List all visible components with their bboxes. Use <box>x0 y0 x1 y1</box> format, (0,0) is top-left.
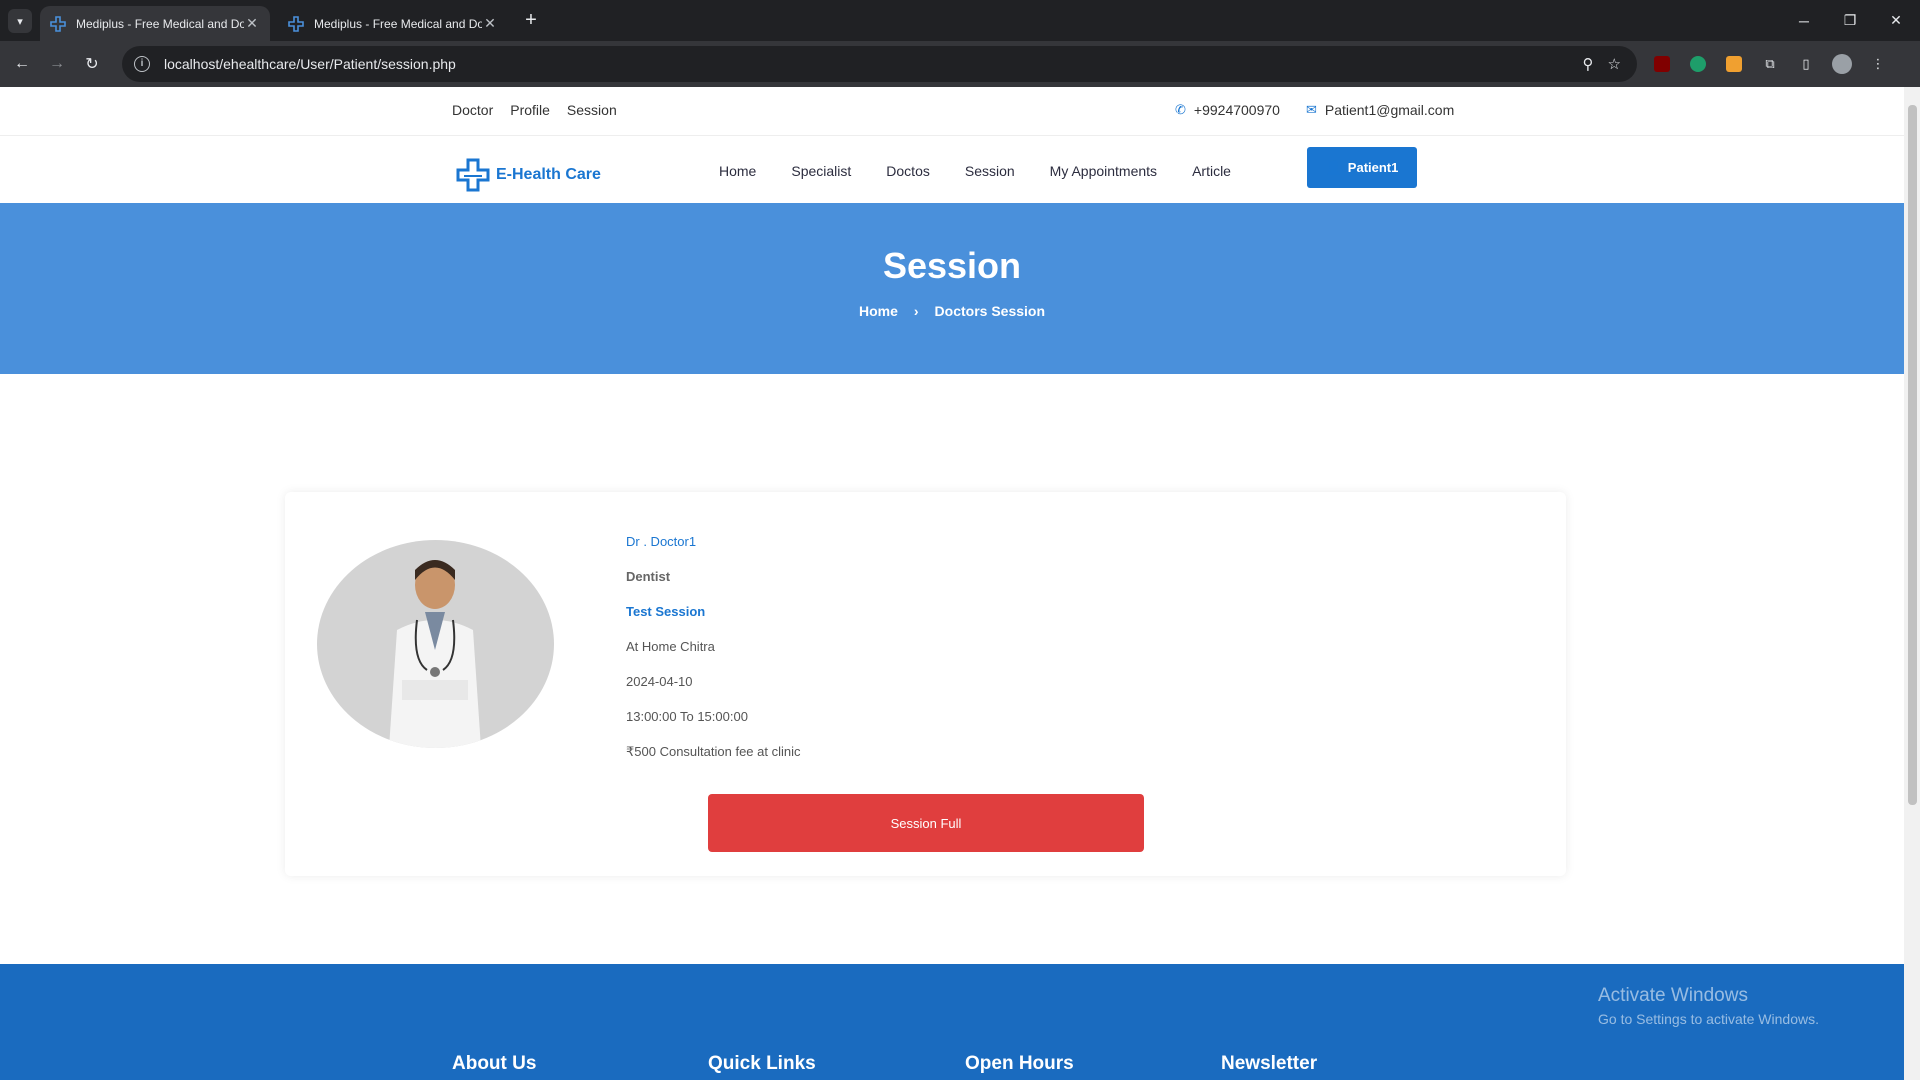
doctor-illustration <box>389 560 481 748</box>
kebab-menu-icon[interactable]: ⋮ <box>1866 52 1890 76</box>
tab-title: Mediplus - Free Medical and Do <box>314 16 482 31</box>
session-fee: ₹500 Consultation fee at clinic <box>626 744 801 759</box>
doctor-specialty: Dentist <box>626 569 671 584</box>
email-contact[interactable]: ✉ Patient1@gmail.com <box>1306 102 1454 118</box>
phone-number: +9924700970 <box>1193 102 1280 118</box>
footer-hours-heading: Open Hours <box>965 1053 1074 1074</box>
browser-tab-inactive[interactable]: Mediplus - Free Medical and Do ✕ <box>278 6 508 41</box>
session-full-button[interactable]: Session Full <box>708 794 1144 852</box>
cross-logo-icon <box>50 15 66 32</box>
zoom-icon[interactable]: ⚲ <box>1583 55 1594 73</box>
doctor-photo <box>317 540 554 748</box>
breadcrumb: Home › Doctors Session <box>0 303 1904 319</box>
envelope-icon: ✉ <box>1305 102 1317 117</box>
address-bar[interactable]: i localhost/ehealthcare/User/Patient/ses… <box>122 46 1637 82</box>
chevron-right-icon: › <box>913 303 919 319</box>
cross-logo-icon <box>288 15 304 32</box>
extensions-puzzle-icon[interactable]: ⧉ <box>1758 52 1782 76</box>
session-date: 2024-04-10 <box>626 674 693 689</box>
footer-quicklinks-heading: Quick Links <box>708 1053 816 1074</box>
nav-item-appointments[interactable]: My Appointments <box>1050 163 1157 179</box>
page-viewport: Doctor Profile Session ✆ +9924700970 ✉ P… <box>0 87 1904 1080</box>
nav-item-specialist[interactable]: Specialist <box>791 163 851 179</box>
site-info-icon[interactable]: i <box>134 56 150 72</box>
bookmark-star-icon[interactable]: ☆ <box>1608 55 1621 73</box>
watermark-subtitle: Go to Settings to activate Windows. <box>1598 1011 1819 1027</box>
browser-toolbar: ← → ↻ i localhost/ehealthcare/User/Patie… <box>0 41 1920 87</box>
site-logo[interactable]: E-Health Care <box>456 158 601 192</box>
top-info-bar: Doctor Profile Session ✆ +9924700970 ✉ P… <box>0 87 1904 136</box>
session-card: Dr . Doctor1 Dentist Test Session At Hom… <box>285 492 1566 876</box>
patient-account-button[interactable]: 👤 Patient1 <box>1307 147 1417 188</box>
breadcrumb-home[interactable]: Home <box>859 303 898 319</box>
page-title: Session <box>882 245 1022 286</box>
session-time: 13:00:00 To 15:00:00 <box>626 709 748 724</box>
footer-about-heading: About Us <box>452 1053 537 1074</box>
reload-icon[interactable]: ↻ <box>80 52 104 76</box>
phone-icon: ✆ <box>1175 102 1186 117</box>
browser-tabstrip: ▾ Mediplus - Free Medical and Do ✕ Medip… <box>0 0 1920 41</box>
window-close-icon[interactable]: ✕ <box>1873 0 1919 41</box>
topbar-link-session[interactable]: Session <box>567 102 617 118</box>
close-icon[interactable]: ✕ <box>244 15 260 32</box>
user-icon: 👤 <box>1325 159 1342 175</box>
main-navigation: E-Health Care Home Specialist Doctos Ses… <box>0 137 1904 203</box>
close-icon[interactable]: ✕ <box>482 15 498 32</box>
windows-activation-watermark: Activate Windows Go to Settings to activ… <box>1598 985 1819 1027</box>
brand-name: E-Health Care <box>496 166 601 183</box>
email-address: Patient1@gmail.com <box>1324 102 1455 118</box>
page-scrollbar[interactable] <box>1904 87 1920 1080</box>
browser-tab-active[interactable]: Mediplus - Free Medical and Do ✕ <box>40 6 270 41</box>
breadcrumb-current: Doctors Session <box>934 303 1046 319</box>
page-banner: Session Home › Doctors Session <box>0 203 1904 374</box>
session-name: Test Session <box>626 604 706 619</box>
minimize-icon[interactable]: ─ <box>1781 0 1827 41</box>
tab-title: Mediplus - Free Medical and Do <box>76 16 244 31</box>
extension-green-icon[interactable] <box>1686 52 1710 76</box>
topbar-link-doctor[interactable]: Doctor <box>452 102 493 118</box>
back-icon[interactable]: ← <box>10 52 34 76</box>
session-details: Dr . Doctor1 Dentist Test Session At Hom… <box>626 532 800 777</box>
profile-avatar-icon[interactable] <box>1830 52 1854 76</box>
patient-button-label: Patient1 <box>1347 160 1399 175</box>
session-location: At Home Chitra <box>626 639 715 654</box>
ublock-icon[interactable] <box>1650 52 1674 76</box>
restore-icon[interactable]: ❐ <box>1827 0 1873 41</box>
tab-search-icon[interactable]: ▾ <box>8 9 32 33</box>
doctor-name[interactable]: Dr . Doctor1 <box>626 532 800 567</box>
nav-item-home[interactable]: Home <box>719 163 756 179</box>
topbar-link-profile[interactable]: Profile <box>510 102 550 118</box>
watermark-title: Activate Windows <box>1598 985 1748 1006</box>
phone-contact[interactable]: ✆ +9924700970 <box>1175 102 1280 118</box>
nav-item-doctors[interactable]: Doctos <box>886 163 930 179</box>
side-panel-icon[interactable]: ▯ <box>1794 52 1818 76</box>
nav-item-article[interactable]: Article <box>1192 163 1231 179</box>
url-text[interactable]: localhost/ehealthcare/User/Patient/sessi… <box>164 56 456 72</box>
scrollbar-thumb[interactable] <box>1908 105 1917 805</box>
footer-newsletter-heading: Newsletter <box>1221 1053 1318 1074</box>
medical-cross-logo-icon <box>456 158 490 192</box>
extension-orange-icon[interactable] <box>1722 52 1746 76</box>
nav-item-session[interactable]: Session <box>965 163 1015 179</box>
forward-icon[interactable]: → <box>45 52 69 76</box>
new-tab-icon[interactable]: + <box>519 9 543 33</box>
